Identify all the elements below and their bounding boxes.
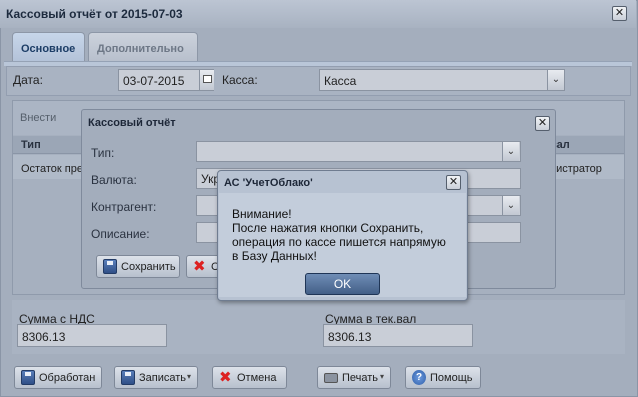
tab-main[interactable]: Основное [12,32,85,62]
add-entry-button[interactable]: Внести [20,112,56,124]
alert-message: Внимание! После нажатия кнопки Сохранить… [232,207,462,263]
alert-message-line: После нажатия кнопки Сохранить, [232,221,424,235]
save-disk-icon [121,370,135,385]
help-icon: ? [412,370,426,385]
save-disk-icon [21,370,35,385]
alert-message-line: в Базу Данных! [232,249,317,263]
close-icon[interactable]: ✕ [535,116,550,131]
cancel-button[interactable]: ✖ Отмена [212,366,287,389]
calendar-icon[interactable] [199,70,214,90]
printer-icon [324,373,338,383]
menu-arrow-icon: ▾ [187,372,192,381]
kassa-label: Касса: [222,73,258,87]
sum-vat-field[interactable]: 8306.13 [17,324,167,347]
type-select[interactable] [196,141,521,162]
close-icon[interactable]: ✕ [446,175,461,190]
cancel-x-icon: ✖ [193,257,206,275]
kassa-select[interactable]: Касса [319,69,565,91]
alert-message-line: операция по кассе пишется напрямую [232,235,446,249]
type-label: Тип: [91,146,115,160]
record-button-label: Записать [139,372,187,384]
save-disk-icon [103,259,117,274]
description-label: Описание: [91,227,150,241]
chevron-down-icon[interactable]: ⌄ [547,70,564,90]
currency-label: Валюта: [91,173,137,187]
tab-additional[interactable]: Дополнительно [88,32,198,62]
processed-button-label: Обработан [39,372,96,384]
cancel-button-label: Отмена [237,372,277,384]
menu-arrow-icon: ▾ [380,372,385,381]
column-header-type[interactable]: Тип [21,139,41,151]
print-button-label: Печать [342,372,379,384]
date-label: Дата: [13,73,43,87]
alert-message-line: Внимание! [232,207,292,221]
save-button-label: Сохранить [121,261,176,273]
cash-report-dialog-title: Кассовый отчёт [88,117,176,129]
window-title: Кассовый отчёт от 2015-07-03 [6,7,183,21]
window-close-icon[interactable]: ✕ [612,6,627,21]
processed-button[interactable]: Обработан [14,366,102,389]
sum-currency-field[interactable]: 8306.13 [323,324,473,347]
help-button[interactable]: ? Помощь [405,366,481,389]
chevron-down-icon[interactable]: ⌄ [502,142,519,161]
cancel-x-icon: ✖ [219,368,232,386]
chevron-down-icon[interactable]: ⌄ [502,196,519,215]
print-button[interactable]: Печать ▾ [317,366,391,389]
ok-button[interactable]: OK [305,273,380,295]
record-button[interactable]: Записать ▾ [114,366,198,389]
help-button-label: Помощь [430,372,473,384]
table-cell-author: нистратор [550,163,602,175]
alert-title: АС 'УчетОблако' [224,177,313,189]
table-cell-type: Остаток пре [21,163,83,175]
save-button[interactable]: Сохранить [96,255,180,278]
contractor-label: Контрагент: [91,200,157,214]
